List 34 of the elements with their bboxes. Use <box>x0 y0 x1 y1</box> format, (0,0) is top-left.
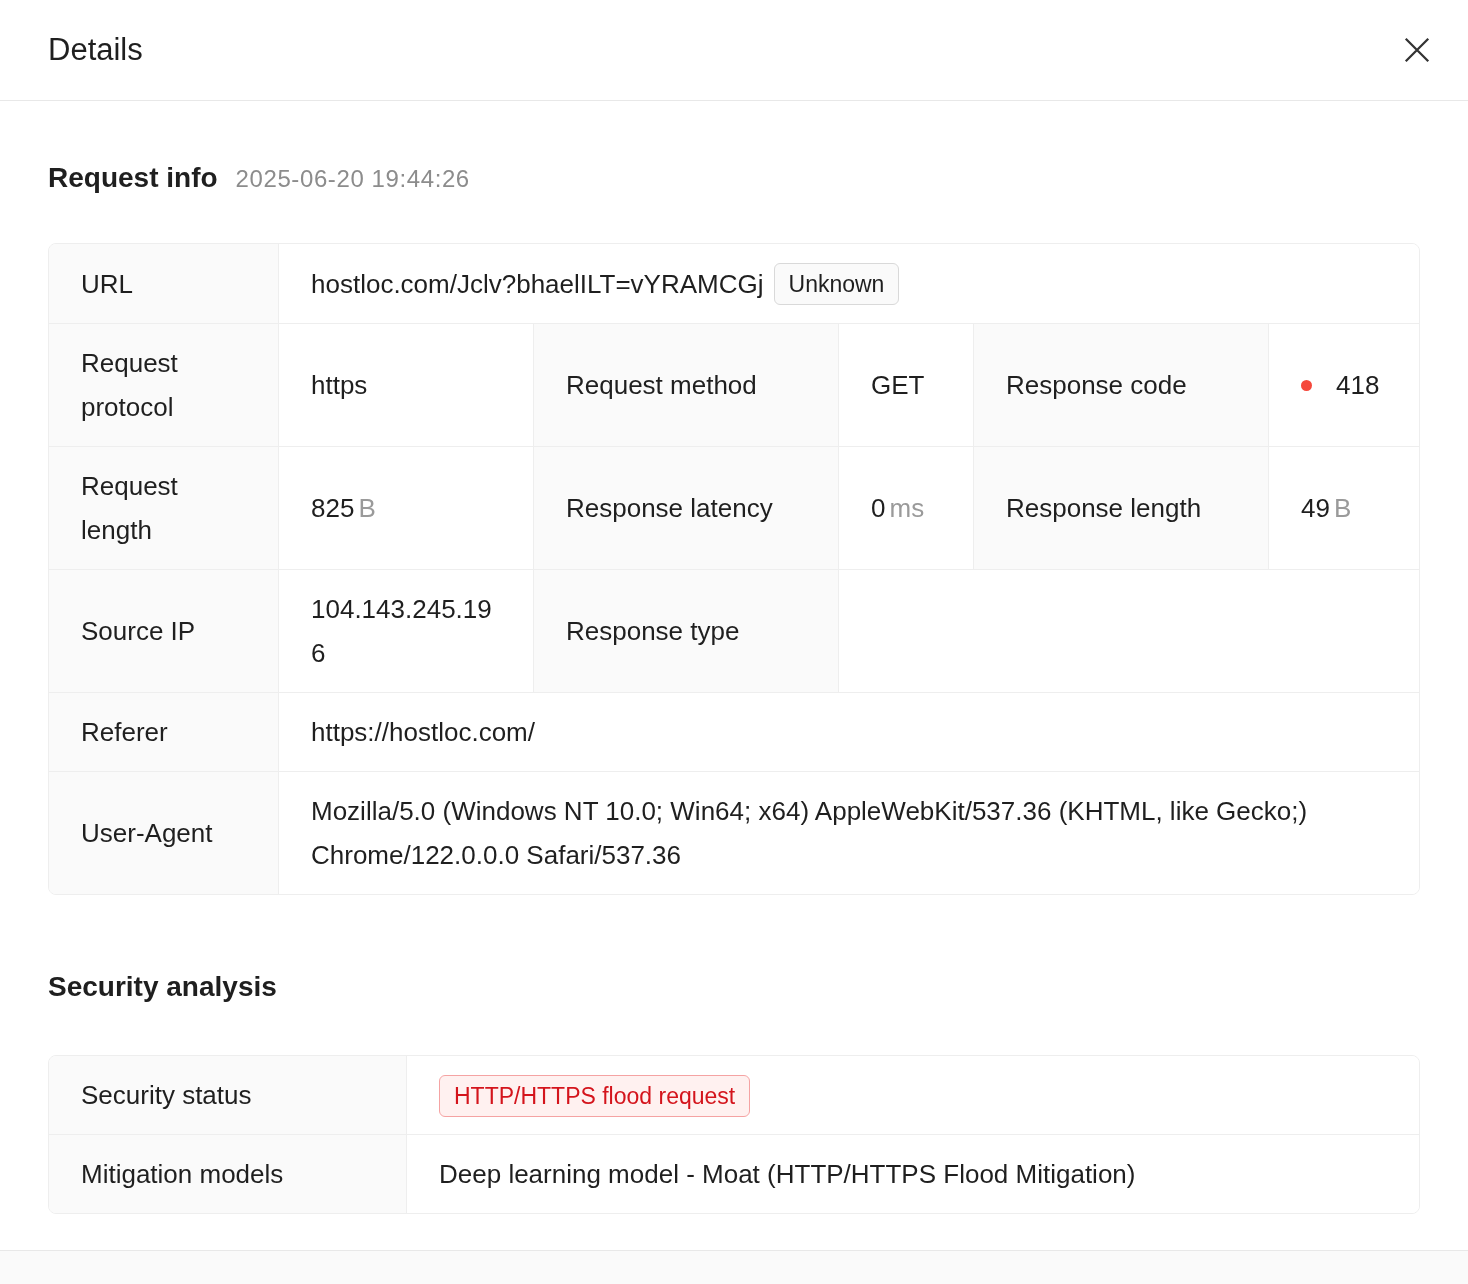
unit-label: B <box>358 492 376 525</box>
field-label: Response type <box>533 569 839 693</box>
status-tag: Unknown <box>773 262 900 305</box>
field-label: Response length <box>973 446 1269 570</box>
field-label: Source IP <box>49 569 279 693</box>
field-label: Response latency <box>533 446 839 570</box>
field-value: 104.143.245.196 <box>311 593 493 670</box>
timestamp: 2025-06-20 19:44:26 <box>235 164 470 194</box>
field-value: https://hostloc.com/ <box>278 692 1419 772</box>
field-label: URL <box>49 244 279 324</box>
field-value: GET <box>871 369 925 402</box>
field-value: Mozilla/5.0 (Windows NT 10.0; Win64; x64) AppleWebKit/537.36 (KHTML, like Gecko;) Chrome/122.0.0.0 Safari/537.36 <box>278 771 1419 894</box>
threat-tag: HTTP/HTTPS flood request <box>439 1075 751 1117</box>
field-label: Request protocol <box>49 323 279 447</box>
field-label: User-Agent <box>49 771 279 894</box>
field-label: Request length <box>49 446 279 570</box>
field-value: Deep learning model - Moat (HTTP/HTTPS Flood Mitigation) <box>406 1134 1419 1213</box>
field-label: Referer <box>49 692 279 772</box>
field-label: Security status <box>49 1056 407 1135</box>
section-title: Request info <box>48 161 218 195</box>
field-value: 49 <box>1301 492 1330 525</box>
field-value: 825 <box>311 492 355 525</box>
field-label: Request method <box>533 323 839 447</box>
section-title: Security analysis <box>48 970 278 1004</box>
field-label: Mitigation models <box>49 1134 407 1213</box>
field-value: 0 <box>871 492 886 525</box>
unit-label: ms <box>889 492 925 525</box>
unit-label: B <box>1333 492 1352 525</box>
url-value: hostloc.com/Jclv?bhaelILT=vYRAMCGj <box>311 267 764 301</box>
close-icon[interactable] <box>1402 35 1432 65</box>
field-value: https <box>311 369 368 402</box>
field-label: Response code <box>973 323 1269 447</box>
panel-title: Details <box>48 31 143 69</box>
field-value: 418 <box>1336 369 1380 402</box>
